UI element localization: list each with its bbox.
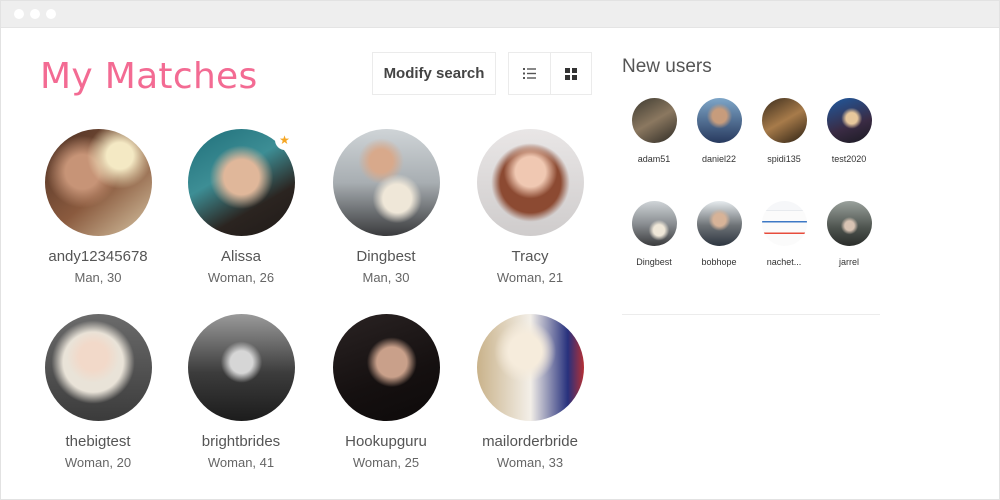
- avatar[interactable]: [761, 201, 807, 246]
- new-users-title: New users: [622, 56, 712, 77]
- view-toggle: [508, 52, 592, 95]
- match-card[interactable]: Dingbest Man, 30: [314, 129, 458, 286]
- new-user-item[interactable]: adam51: [619, 98, 689, 165]
- new-user-item[interactable]: nachet...: [749, 201, 819, 268]
- avatar[interactable]: [44, 129, 152, 236]
- window-titlebar: [1, 1, 999, 28]
- page-title: My Matches: [40, 56, 258, 97]
- match-name[interactable]: mailorderbride: [458, 433, 602, 451]
- avatar[interactable]: [332, 129, 440, 236]
- new-user-item[interactable]: spidi135: [749, 98, 819, 165]
- browser-window: My Matches Modify search andy12345678 Ma…: [0, 0, 1000, 500]
- new-user-item[interactable]: bobhope: [684, 201, 754, 268]
- new-user-item[interactable]: Dingbest: [619, 201, 689, 268]
- match-name[interactable]: Tracy: [458, 248, 602, 266]
- avatar[interactable]: [696, 98, 742, 143]
- window-dot-icon: [46, 9, 56, 19]
- avatar[interactable]: [476, 314, 584, 421]
- new-user-item[interactable]: test2020: [814, 98, 884, 165]
- match-info: Woman, 20: [64, 455, 132, 470]
- star-icon: ★: [274, 130, 295, 150]
- new-user-name[interactable]: spidi135: [749, 154, 819, 165]
- avatar[interactable]: [696, 201, 742, 246]
- match-name[interactable]: Dingbest: [314, 248, 458, 266]
- match-name[interactable]: brightbrides: [169, 433, 313, 451]
- avatar[interactable]: [631, 201, 677, 246]
- new-user-name[interactable]: bobhope: [684, 257, 754, 268]
- avatar[interactable]: [476, 129, 584, 236]
- match-card[interactable]: thebigtest Woman, 20: [26, 314, 170, 471]
- match-card[interactable]: Tracy Woman, 21: [458, 129, 602, 286]
- avatar[interactable]: [332, 314, 440, 421]
- divider: [622, 314, 880, 315]
- match-name[interactable]: Alissa: [169, 248, 313, 266]
- match-name[interactable]: Hookupguru: [314, 433, 458, 451]
- list-icon: [522, 68, 536, 79]
- new-user-name[interactable]: Dingbest: [619, 257, 689, 268]
- match-name[interactable]: andy12345678: [26, 248, 170, 266]
- match-card[interactable]: Hookupguru Woman, 25: [314, 314, 458, 471]
- avatar[interactable]: [631, 98, 677, 143]
- new-user-name[interactable]: test2020: [814, 154, 884, 165]
- avatar[interactable]: ★: [187, 129, 295, 236]
- match-card[interactable]: mailorderbride Woman, 33: [458, 314, 602, 471]
- avatar[interactable]: [826, 201, 872, 246]
- new-user-item[interactable]: jarrel: [814, 201, 884, 268]
- match-name[interactable]: thebigtest: [26, 433, 170, 451]
- new-user-name[interactable]: nachet...: [749, 257, 819, 268]
- grid-view-button[interactable]: [549, 53, 592, 94]
- match-info: Man, 30: [362, 270, 410, 285]
- new-user-name[interactable]: adam51: [619, 154, 689, 165]
- match-info: Man, 30: [74, 270, 122, 285]
- list-view-button[interactable]: [509, 53, 550, 94]
- modify-search-button[interactable]: Modify search: [372, 52, 496, 95]
- new-user-name[interactable]: jarrel: [814, 257, 884, 268]
- new-user-name[interactable]: daniel22: [684, 154, 754, 165]
- window-dot-icon: [14, 9, 24, 19]
- avatar[interactable]: [187, 314, 295, 421]
- match-info: Woman, 33: [496, 455, 564, 470]
- match-info: Woman, 26: [207, 270, 275, 285]
- match-card[interactable]: ★ Alissa Woman, 26: [169, 129, 313, 286]
- match-info: Woman, 25: [352, 455, 420, 470]
- match-info: Woman, 41: [207, 455, 275, 470]
- match-card[interactable]: brightbrides Woman, 41: [169, 314, 313, 471]
- avatar[interactable]: [761, 98, 807, 143]
- avatar[interactable]: [826, 98, 872, 143]
- match-card[interactable]: andy12345678 Man, 30: [26, 129, 170, 286]
- avatar[interactable]: [44, 314, 152, 421]
- grid-icon: [564, 67, 577, 80]
- match-info: Woman, 21: [496, 270, 564, 285]
- window-dot-icon: [30, 9, 40, 19]
- new-user-item[interactable]: daniel22: [684, 98, 754, 165]
